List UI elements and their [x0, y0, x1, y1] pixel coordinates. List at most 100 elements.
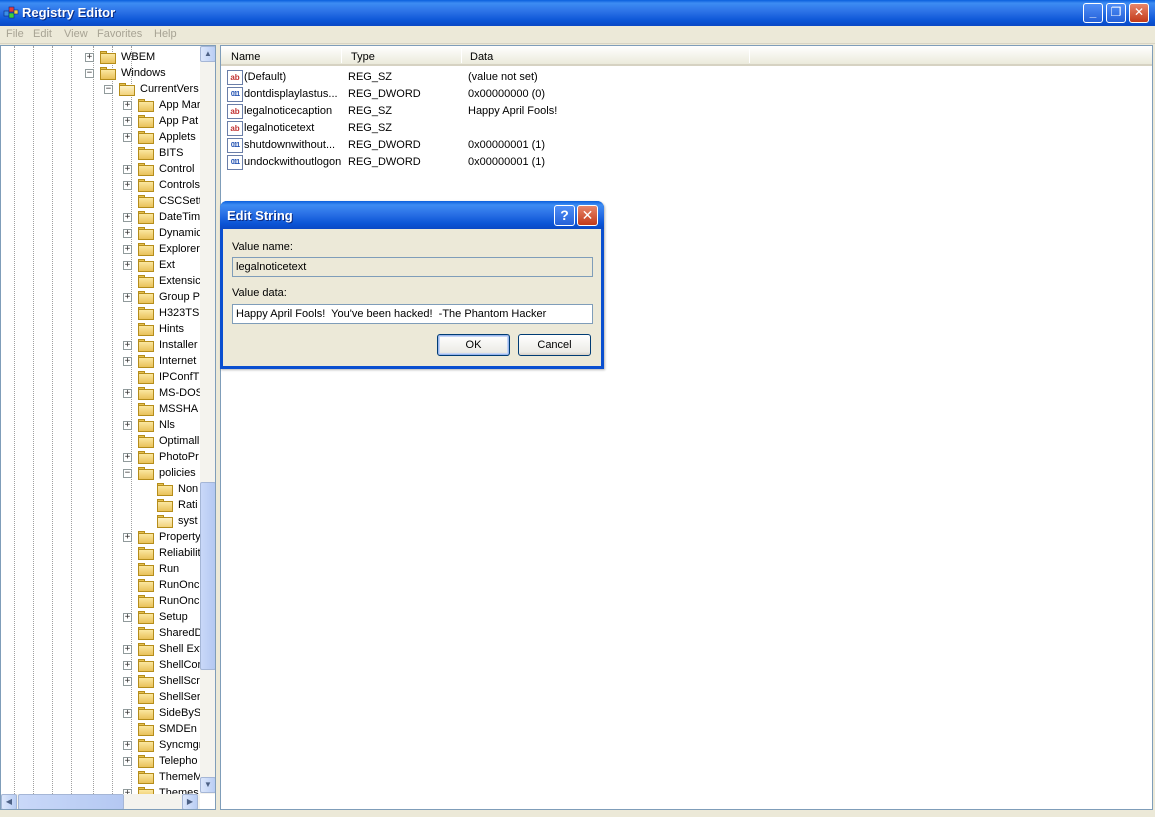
tree-item[interactable]: + MS-DOS [1, 385, 203, 401]
tree-item[interactable]: ShellSer [1, 689, 201, 705]
tree-item[interactable]: SharedD [1, 625, 202, 641]
tree-item[interactable]: Reliabilit [1, 545, 201, 561]
menu-edit[interactable]: Edit [33, 28, 52, 40]
tree-item[interactable]: Rati [1, 497, 201, 513]
tree-item[interactable]: + DateTim [1, 209, 201, 225]
tree-item[interactable]: ThemeM [1, 769, 202, 785]
tree-item[interactable]: H323TSI [1, 305, 202, 321]
scroll-left-button[interactable]: ◀ [1, 794, 17, 809]
help-button[interactable]: ? [554, 205, 575, 226]
tree-item[interactable]: + Dynamic [1, 225, 202, 241]
menu-view[interactable]: View [64, 28, 88, 40]
expand-icon[interactable]: + [123, 341, 132, 350]
expand-icon[interactable]: + [123, 245, 132, 254]
tree-item[interactable]: RunOnc [1, 593, 201, 609]
column-divider[interactable] [749, 49, 750, 63]
tree-vertical-scrollbar[interactable]: ▲ ▼ [200, 46, 215, 794]
tree-item[interactable]: Extensic [1, 273, 201, 289]
value-data-field[interactable] [232, 304, 593, 324]
tree-item[interactable]: + ShellCor [1, 657, 201, 673]
expand-icon[interactable]: + [123, 741, 132, 750]
expand-icon[interactable]: + [123, 213, 132, 222]
horizontal-scroll-thumb[interactable] [18, 794, 124, 809]
collapse-icon[interactable]: − [123, 469, 132, 478]
tree-item[interactable]: Run [1, 561, 201, 577]
values-list-pane[interactable]: Name Type Data ab (Default) REG_SZ (value n… [220, 45, 1153, 810]
tree-item[interactable]: BITS [1, 145, 201, 161]
expand-icon[interactable]: + [123, 533, 132, 542]
value-row[interactable]: ab legalnoticecaption REG_SZ Happy April Fo… [221, 103, 1151, 120]
tree-item[interactable]: + Control [1, 161, 201, 177]
tree-item[interactable]: + Telepho [1, 753, 201, 769]
menu-help[interactable]: Help [154, 28, 177, 40]
expand-icon[interactable]: + [123, 389, 132, 398]
expand-icon[interactable]: + [123, 261, 132, 270]
scroll-right-button[interactable]: ▶ [182, 794, 198, 809]
tree-item[interactable]: + Controls [1, 177, 201, 193]
menu-favorites[interactable]: Favorites [97, 28, 142, 40]
expand-icon[interactable]: + [123, 709, 132, 718]
tree-item[interactable]: + App Mar [1, 97, 201, 113]
tree-item[interactable]: + Syncmgr [1, 737, 202, 753]
expand-icon[interactable]: + [123, 613, 132, 622]
expand-icon[interactable]: + [123, 293, 132, 302]
tree-item[interactable]: + Nls [1, 417, 201, 433]
tree-item[interactable]: − Windows [1, 65, 201, 81]
tree-item[interactable]: + Shell Ext [1, 641, 202, 657]
vertical-scroll-thumb[interactable] [200, 482, 215, 670]
expand-icon[interactable]: + [123, 165, 132, 174]
tree-item[interactable]: − policies [1, 465, 201, 481]
tree-item[interactable]: + Property [1, 529, 201, 545]
value-row[interactable]: 011 undockwithoutlogon REG_DWORD 0x00000001… [221, 154, 1151, 171]
tree-item[interactable]: + SideByS [1, 705, 201, 721]
key-tree-pane[interactable]: + WBEM − Windows − CurrentVers + App Mar + App Pa… [0, 45, 216, 810]
tree-item[interactable]: IPConfT [1, 369, 201, 385]
column-header-data[interactable]: Data [470, 51, 493, 63]
tree-item[interactable]: Optimall [1, 433, 201, 449]
tree-item[interactable]: + ShellScr [1, 673, 201, 689]
tree-item[interactable]: − CurrentVers [1, 81, 201, 97]
column-header-type[interactable]: Type [351, 51, 375, 63]
expand-icon[interactable]: + [123, 757, 132, 766]
close-button[interactable]: ✕ [1129, 3, 1149, 23]
column-divider[interactable] [341, 49, 342, 63]
tree-item[interactable]: syst [1, 513, 201, 529]
expand-icon[interactable]: + [123, 229, 132, 238]
value-row[interactable]: ab (Default) REG_SZ (value not set) [221, 69, 1151, 86]
collapse-icon[interactable]: − [104, 85, 113, 94]
expand-icon[interactable]: + [123, 181, 132, 190]
scroll-down-button[interactable]: ▼ [200, 777, 215, 793]
tree-horizontal-scrollbar[interactable]: ◀ ▶ [1, 794, 200, 809]
tree-item[interactable]: CSCSett [1, 193, 202, 209]
tree-item[interactable]: RunOnc [1, 577, 201, 593]
expand-icon[interactable]: + [123, 645, 132, 654]
tree-item[interactable]: + Explorer [1, 241, 201, 257]
cancel-button[interactable]: Cancel [518, 334, 591, 356]
tree-item[interactable]: MSSHA [1, 401, 201, 417]
collapse-icon[interactable]: − [85, 69, 94, 78]
expand-icon[interactable]: + [85, 53, 94, 62]
ok-button[interactable]: OK [437, 334, 510, 356]
tree-item[interactable]: Non [1, 481, 201, 497]
expand-icon[interactable]: + [123, 661, 132, 670]
value-row[interactable]: 011 shutdownwithout... REG_DWORD 0x00000001… [221, 137, 1151, 154]
tree-item[interactable]: + Applets [1, 129, 201, 145]
column-divider[interactable] [461, 49, 462, 63]
expand-icon[interactable]: + [123, 421, 132, 430]
expand-icon[interactable]: + [123, 101, 132, 110]
expand-icon[interactable]: + [123, 357, 132, 366]
tree-item[interactable]: + WBEM [1, 49, 201, 65]
scroll-up-button[interactable]: ▲ [200, 46, 215, 62]
tree-item[interactable]: SMDEn [1, 721, 201, 737]
dialog-close-button[interactable]: ✕ [577, 205, 598, 226]
expand-icon[interactable]: + [123, 677, 132, 686]
tree-item[interactable]: Hints [1, 321, 201, 337]
tree-item[interactable]: + PhotoPr [1, 449, 201, 465]
expand-icon[interactable]: + [123, 133, 132, 142]
value-row[interactable]: ab legalnoticetext REG_SZ [221, 120, 1151, 137]
tree-item[interactable]: + Installer [1, 337, 201, 353]
tree-item[interactable]: + Internet [1, 353, 201, 369]
tree-item[interactable]: + App Pat [1, 113, 201, 129]
tree-item[interactable]: + Group P [1, 289, 201, 305]
minimize-button[interactable]: _ [1083, 3, 1103, 23]
